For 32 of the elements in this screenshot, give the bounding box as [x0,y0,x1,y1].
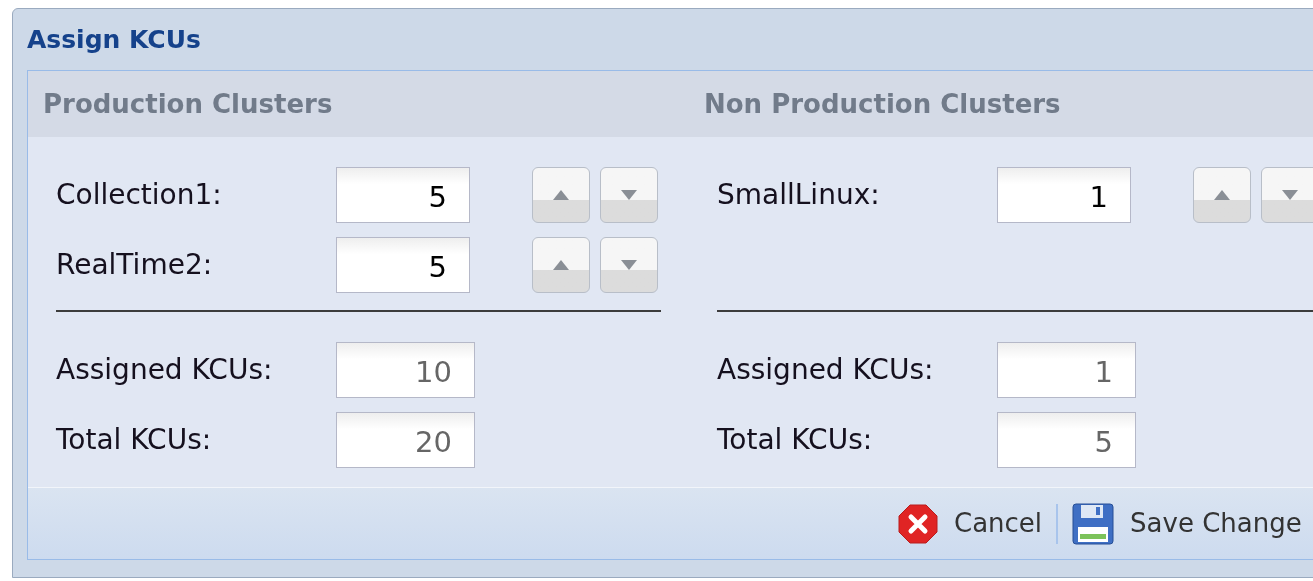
decrement-button[interactable] [600,167,658,223]
up-triangle-icon [553,260,569,270]
increment-button[interactable] [532,167,590,223]
window-title: Assign KCUs [27,23,202,56]
field-label: RealTime2: [56,247,214,283]
field-label: Assigned KCUs: [717,352,935,388]
readonly-field[interactable]: 20 [336,412,475,468]
decrement-button[interactable] [1261,167,1313,223]
field-label: SmallLinux: [717,177,881,213]
down-triangle-icon [1282,190,1298,200]
increment-button[interactable] [1193,167,1251,223]
increment-button[interactable] [532,237,590,293]
field-label: Total KCUs: [717,422,874,458]
field-label: Assigned KCUs: [56,352,274,388]
number-field[interactable]: 5 [336,167,470,223]
readonly-field[interactable]: 5 [997,412,1136,468]
field-label: Collection1: [56,177,223,213]
readonly-field[interactable]: 1 [997,342,1136,398]
decrement-button[interactable] [600,237,658,293]
number-field[interactable]: 5 [336,237,470,293]
section-header: Non Production Clusters [689,71,1313,137]
down-triangle-icon [621,190,637,200]
save-button[interactable]: Save Change [1072,502,1302,545]
cancel-button[interactable]: Cancel [898,503,1043,544]
readonly-field[interactable]: 10 [336,342,475,398]
up-triangle-icon [1214,190,1230,200]
section-header: Production Clusters [28,71,689,137]
up-triangle-icon [553,190,569,200]
number-field[interactable]: 1 [997,167,1131,223]
close-icon [898,503,938,544]
down-triangle-icon [621,260,637,270]
field-label: Total KCUs: [56,422,213,458]
